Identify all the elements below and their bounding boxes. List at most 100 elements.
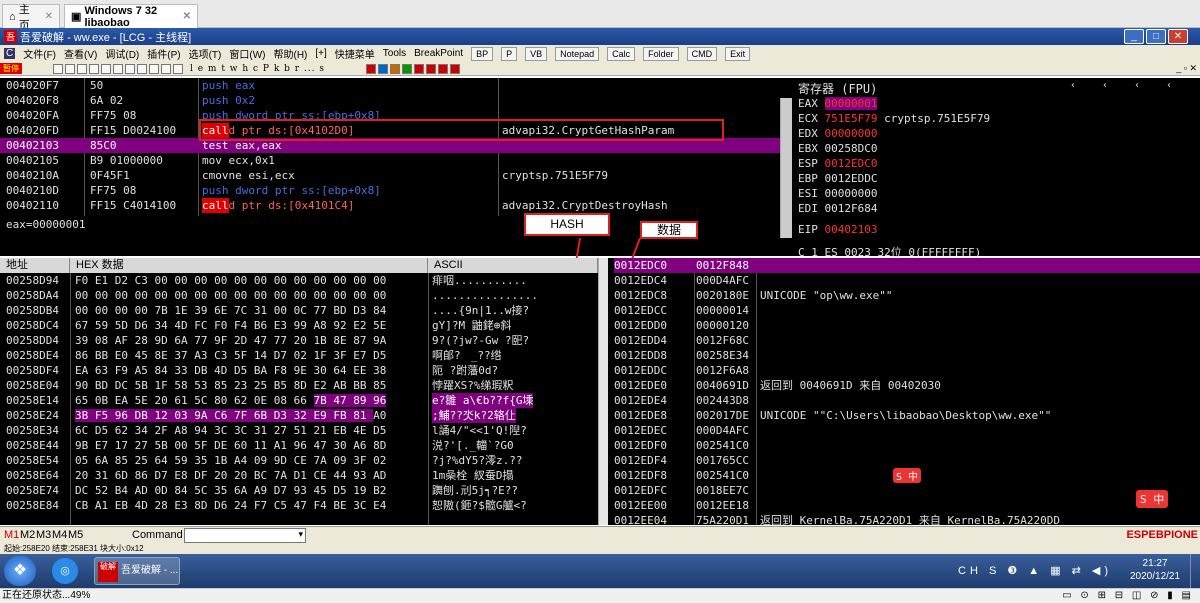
dump-row[interactable]: 00258E84 CB A1 EB 4D 28 E3 8D D6 24 F7 C5…	[0, 498, 598, 513]
dump-hex-bytes: 3B F5 96 DB 12 03 9A C6 7F 6B D3 32 E9 F…	[75, 409, 387, 422]
m3-tab[interactable]: M3	[36, 529, 51, 541]
dump-address: 00258DE4	[6, 349, 59, 362]
tray-clock[interactable]: 21:27 2020/12/21	[1130, 557, 1180, 583]
stack-row[interactable]: 0012EDEC 000D4AFC	[608, 423, 1200, 438]
stack-address: 0012EDFC	[614, 484, 667, 497]
stack-address: 0012EE04	[614, 514, 667, 525]
stack-row[interactable]: 0012EDDC 0012F6A8	[608, 363, 1200, 378]
esp-ebp-label: ESPEBPIONE	[1126, 529, 1198, 541]
m5-tab[interactable]: M5	[68, 529, 83, 541]
restore-status: 正在还原状态...49%	[2, 590, 91, 601]
dump-row[interactable]: 00258DC4 67 59 5D D6 34 4D FC F0 F4 B6 E3…	[0, 318, 598, 333]
command-bar: M1 M2 M3 M4 M5 Command ▾ ESPEBPIONE	[0, 526, 1200, 544]
stack-address: 0012EDC0	[614, 258, 692, 273]
m2-tab[interactable]: M2	[20, 529, 35, 541]
command-label: Command	[132, 529, 183, 541]
stack-row[interactable]: 0012EDE4 002443D8	[608, 393, 1200, 408]
taskbar-app-olly[interactable]: 破解 吾爱破解 - ...	[94, 557, 180, 585]
stack-value: 00258E34	[696, 349, 749, 362]
dump-address: 00258DD4	[6, 334, 59, 347]
stack-value: 002017DE	[696, 409, 749, 422]
dump-scrollbar[interactable]	[598, 258, 608, 525]
stack-value: 000D4AFC	[696, 424, 749, 437]
dump-row[interactable]: 00258DE4 86 BB E0 45 8E 37 A3 C3 5F 14 D7…	[0, 348, 598, 363]
dump-col-hex[interactable]: HEX 数据	[70, 258, 428, 273]
status-line: 起始:258E20 结束:258E31 块大小:0x12	[0, 544, 1200, 554]
dump-row[interactable]: 00258E14 65 0B EA 5E 20 61 5C 80 62 0E 08…	[0, 393, 598, 408]
stack-row[interactable]: 0012EDC0 0012F848	[608, 258, 1200, 273]
dump-row[interactable]: 00258D94 F0 E1 D2 C3 00 00 00 00 00 00 00…	[0, 273, 598, 288]
dump-hex-bytes: 65 0B EA 5E 20 61 5C 80 62 0E 08 66 7B 4…	[75, 394, 387, 407]
tray-icons[interactable]: CH S ❸ ▲ ▦ ⇄ ◀)	[958, 564, 1112, 577]
dump-address: 00258E24	[6, 409, 59, 422]
status-icons[interactable]: ▭ ⊙ ⊞ ⊟ ◫ ⊘ ▮ ▤	[1062, 589, 1194, 603]
dump-row[interactable]: 00258E04 90 BD DC 5B 1F 58 53 85 23 25 B5…	[0, 378, 598, 393]
dump-col-address[interactable]: 地址	[0, 258, 70, 273]
dump-hex-bytes: 20 31 6D 86 D7 E8 DF 20 20 BC 7A D1 CE 4…	[75, 469, 387, 482]
dump-row[interactable]: 00258E44 9B E7 17 27 5B 00 5F DE 60 11 A1…	[0, 438, 598, 453]
stack-comment: 返回到 KernelBa.75A220D1 来自 KernelBa.75A220…	[760, 514, 1061, 525]
dump-address: 00258E34	[6, 424, 59, 437]
stack-value: 0012EE18	[696, 499, 749, 512]
ime-icon: S 中	[893, 468, 922, 483]
chevron-down-icon[interactable]: ▾	[298, 529, 303, 540]
dump-row[interactable]: 00258E34 6C D5 62 34 2F A8 94 3C 3C 31 27…	[0, 423, 598, 438]
stack-value: 0040691D	[696, 379, 749, 392]
stack-comment: 返回到 0040691D 来自 00402030	[760, 379, 941, 392]
dump-address: 00258DF4	[6, 364, 59, 377]
dump-hex-bytes: 90 BD DC 5B 1F 58 53 85 23 25 B5 8D E2 A…	[75, 379, 387, 392]
dump-row[interactable]: 00258E64 20 31 6D 86 D7 E8 DF 20 20 BC 7A…	[0, 468, 598, 483]
stack-row[interactable]: 0012EDD4 0012F68C	[608, 333, 1200, 348]
show-desktop-button[interactable]	[1190, 554, 1200, 588]
stack-value: 00000014	[696, 304, 749, 317]
stack-row[interactable]: 0012EE00 0012EE18	[608, 498, 1200, 513]
dump-ascii: 涚?'[._輺`?G0	[432, 439, 514, 452]
stack-row[interactable]: 0012EDE8 002017DE UNICODE ""C:\Users\libao…	[608, 408, 1200, 423]
stack-row[interactable]: 0012EDF4 001765CC	[608, 453, 1200, 468]
dump-row[interactable]: 00258E54 05 6A 85 25 64 59 35 1B A4 09 9D…	[0, 453, 598, 468]
dump-hex-bytes: 00 00 00 00 00 00 00 00 00 00 00 00 00 0…	[75, 289, 387, 302]
dump-row[interactable]: 00258E24 3B F5 96 DB 12 03 9A C6 7F 6B D3…	[0, 408, 598, 423]
browser-taskbar-icon[interactable]: ◎	[52, 558, 78, 584]
dump-address: 00258E04	[6, 379, 59, 392]
dump-row[interactable]: 00258E74 DC 52 B4 AD 0D 84 5C 35 6A A9 D7…	[0, 483, 598, 498]
stack-value: 0012F848	[692, 258, 1200, 273]
stack-row[interactable]: 0012EDC4 000D4AFC	[608, 273, 1200, 288]
dump-row[interactable]: 00258DA4 00 00 00 00 00 00 00 00 00 00 00…	[0, 288, 598, 303]
dump-col-ascii[interactable]: ASCII	[428, 258, 598, 273]
dump-ascii: 阨 ?跗藩0d?	[432, 364, 499, 377]
dump-ascii: ................	[432, 289, 538, 302]
m1-tab[interactable]: M1	[4, 529, 19, 541]
dump-ascii: 躌刨.刓5j┑?E??	[432, 484, 518, 497]
dump-row[interactable]: 00258DF4 EA 63 F9 A5 84 33 DB 4D D5 BA F8…	[0, 363, 598, 378]
stack-address: 0012EDF0	[614, 439, 667, 452]
hex-dump-panel[interactable]: 00258D94 F0 E1 D2 C3 00 00 00 00 00 00 00…	[0, 273, 598, 525]
stack-value: 002541C0	[696, 439, 749, 452]
dump-row[interactable]: 00258DD4 39 08 AF 28 9D 6A 77 9F 2D 47 77…	[0, 333, 598, 348]
stack-row[interactable]: 0012EDE0 0040691D 返回到 0040691D 来自 00402030	[608, 378, 1200, 393]
stack-address: 0012EDEC	[614, 424, 667, 437]
start-button[interactable]: ❖	[4, 556, 36, 586]
dump-ascii: e?雛 a\€b??f{G塖	[432, 393, 534, 408]
taskbar: ❖ ◎ 破解 吾爱破解 - ... CH S ❸ ▲ ▦ ⇄ ◀) 21:27 20…	[0, 554, 1200, 588]
dump-address: 00258E44	[6, 439, 59, 452]
stack-comment: UNICODE ""C:\Users\libaobao\Desktop\ww.e…	[760, 409, 1052, 422]
stack-row[interactable]: 0012EDFC 0018EE7C	[608, 483, 1200, 498]
m4-tab[interactable]: M4	[52, 529, 67, 541]
dump-row[interactable]: 00258DB4 00 00 00 00 7B 1E 39 6E 7C 31 00…	[0, 303, 598, 318]
stack-row[interactable]: 0012EDC8 0020180E UNICODE "op\ww.exe""	[608, 288, 1200, 303]
dump-ascii: gY]?M 鼬銠⊕斜	[432, 319, 512, 332]
stack-address: 0012EDC4	[614, 274, 667, 287]
stack-row[interactable]: 0012EDD0 00000120	[608, 318, 1200, 333]
stack-address: 0012EDE0	[614, 379, 667, 392]
stack-panel[interactable]: 0012EDC0 0012F848 0012EDC4 000D4AFC 0012EDC8…	[608, 258, 1200, 525]
stack-row[interactable]: 0012EDD8 00258E34	[608, 348, 1200, 363]
olly-app-icon: 破解	[98, 562, 118, 582]
command-input[interactable]: ▾	[184, 528, 306, 543]
stack-row[interactable]: 0012EE04 75A220D1 返回到 KernelBa.75A220D1 来自…	[608, 513, 1200, 525]
stack-row[interactable]: 0012EDF0 002541C0	[608, 438, 1200, 453]
stack-row[interactable]: 0012EDCC 00000014	[608, 303, 1200, 318]
ime-icon: S 中	[1136, 490, 1169, 508]
dump-address: 00258DB4	[6, 304, 59, 317]
dump-ascii: l誦4/"<<1'Q!隉?	[432, 424, 527, 437]
